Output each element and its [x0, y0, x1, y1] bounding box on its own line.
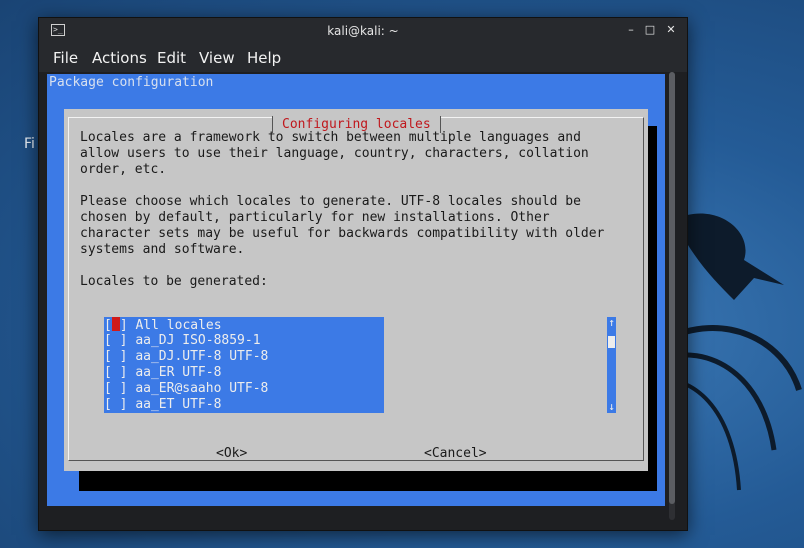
locale-option[interactable]: [ ] aa_ET UTF-8: [104, 397, 221, 413]
title-bar[interactable]: >_ kali@kali: ~ – □ ✕: [39, 18, 687, 45]
cancel-button[interactable]: <Cancel>: [424, 446, 487, 461]
scroll-thumb[interactable]: [608, 336, 615, 348]
configuring-locales-dialog: Configuring locales Locales are a framew…: [64, 109, 648, 471]
menu-edit[interactable]: Edit: [157, 49, 186, 67]
menu-bar: File Actions Edit View Help: [39, 45, 687, 72]
locale-option[interactable]: [ ] aa_ER@saaho UTF-8: [104, 381, 268, 397]
cursor: [111, 317, 120, 331]
scroll-up-icon[interactable]: ↑: [607, 317, 616, 329]
locale-option-all[interactable]: [] All locales: [104, 317, 222, 333]
minimize-button[interactable]: –: [623, 22, 639, 38]
window-scrollbar-thumb[interactable]: [669, 72, 675, 504]
terminal-window: >_ kali@kali: ~ – □ ✕ File Actions Edit …: [38, 17, 688, 531]
window-title: kali@kali: ~: [327, 24, 399, 38]
locale-option[interactable]: [ ] aa_DJ.UTF-8 UTF-8: [104, 349, 268, 365]
scroll-down-icon[interactable]: ↓: [607, 401, 616, 413]
terminal-area[interactable]: Package configuration Configuring locale…: [47, 74, 665, 506]
desktop-icon-label[interactable]: Fi: [24, 136, 35, 152]
list-scrollbar[interactable]: ↑ ↓: [607, 317, 616, 413]
locales-list[interactable]: [] All locales [ ] aa_DJ ISO-8859-1 [ ] …: [104, 317, 384, 413]
close-button[interactable]: ✕: [663, 22, 679, 38]
maximize-button[interactable]: □: [642, 22, 658, 38]
locale-option[interactable]: [ ] aa_DJ ISO-8859-1: [104, 333, 261, 349]
menu-help[interactable]: Help: [247, 49, 281, 67]
ok-button[interactable]: <Ok>: [216, 446, 247, 461]
locale-option[interactable]: [ ] aa_ER UTF-8: [104, 365, 221, 381]
menu-view[interactable]: View: [199, 49, 235, 67]
menu-file[interactable]: File: [53, 49, 78, 67]
package-configuration-header: Package configuration: [49, 75, 214, 90]
dialog-description: Locales are a framework to switch betwee…: [80, 130, 605, 289]
menu-actions[interactable]: Actions: [92, 49, 147, 67]
